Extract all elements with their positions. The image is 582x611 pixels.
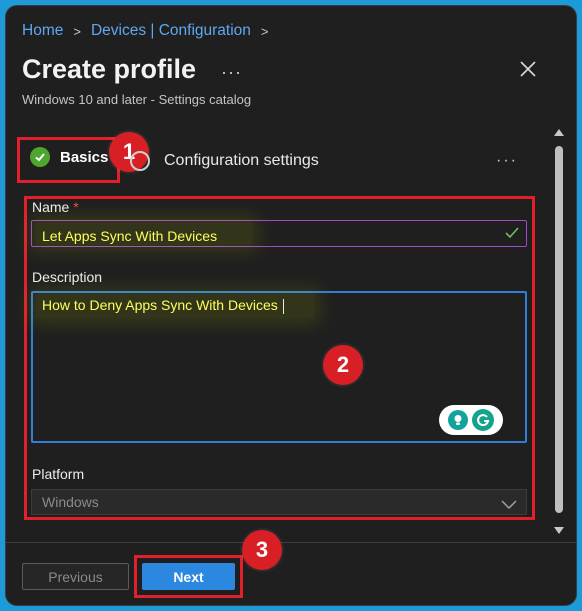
steps-more-icon[interactable]: ··· bbox=[496, 152, 518, 170]
chevron-right-icon: > bbox=[73, 23, 81, 39]
breadcrumb-home[interactable]: Home bbox=[22, 22, 63, 40]
checkmark-circle-icon bbox=[30, 147, 50, 167]
step-circle-icon bbox=[130, 151, 150, 171]
annotation-badge-3: 3 bbox=[242, 530, 282, 570]
annotation-badge-2: 2 bbox=[323, 345, 363, 385]
required-marker: * bbox=[73, 199, 79, 215]
scroll-down-icon[interactable] bbox=[553, 523, 565, 541]
previous-button[interactable]: Previous bbox=[22, 563, 129, 590]
create-profile-panel: Home > Devices | Configuration > Create … bbox=[5, 5, 577, 606]
description-label: Description bbox=[32, 269, 103, 285]
tab-basics-label: Basics bbox=[60, 148, 109, 166]
next-button[interactable]: Next bbox=[142, 563, 235, 590]
name-label: Name * bbox=[32, 199, 79, 215]
grammarly-logo-icon bbox=[472, 409, 494, 431]
footer-divider bbox=[6, 542, 576, 543]
breadcrumb-devices-configuration[interactable]: Devices | Configuration bbox=[91, 22, 251, 40]
more-options-icon[interactable]: ··· bbox=[221, 62, 242, 83]
page-title: Create profile bbox=[22, 54, 197, 84]
description-field-value: How to Deny Apps Sync With Devices bbox=[42, 297, 284, 314]
scrollbar-thumb[interactable] bbox=[555, 146, 563, 513]
page-subtitle: Windows 10 and later - Settings catalog bbox=[22, 92, 252, 107]
valid-check-icon bbox=[505, 226, 519, 244]
grammarly-widget[interactable] bbox=[439, 405, 503, 435]
platform-select bbox=[31, 489, 527, 515]
scroll-up-icon[interactable] bbox=[553, 124, 565, 142]
tab-basics[interactable]: Basics bbox=[30, 147, 108, 167]
tab-configuration-settings[interactable]: Configuration settings bbox=[130, 151, 319, 171]
tab-configuration-label: Configuration settings bbox=[164, 152, 319, 169]
name-field-value: Let Apps Sync With Devices bbox=[42, 228, 218, 244]
lightbulb-icon bbox=[448, 410, 468, 430]
text-caret bbox=[282, 298, 284, 314]
chevron-down-icon bbox=[501, 497, 517, 515]
chevron-right-icon: > bbox=[260, 23, 269, 39]
close-icon[interactable] bbox=[515, 56, 541, 82]
platform-select-value: Windows bbox=[42, 494, 99, 510]
breadcrumb: Home > Devices | Configuration > bbox=[22, 22, 269, 40]
platform-label: Platform bbox=[32, 466, 85, 482]
